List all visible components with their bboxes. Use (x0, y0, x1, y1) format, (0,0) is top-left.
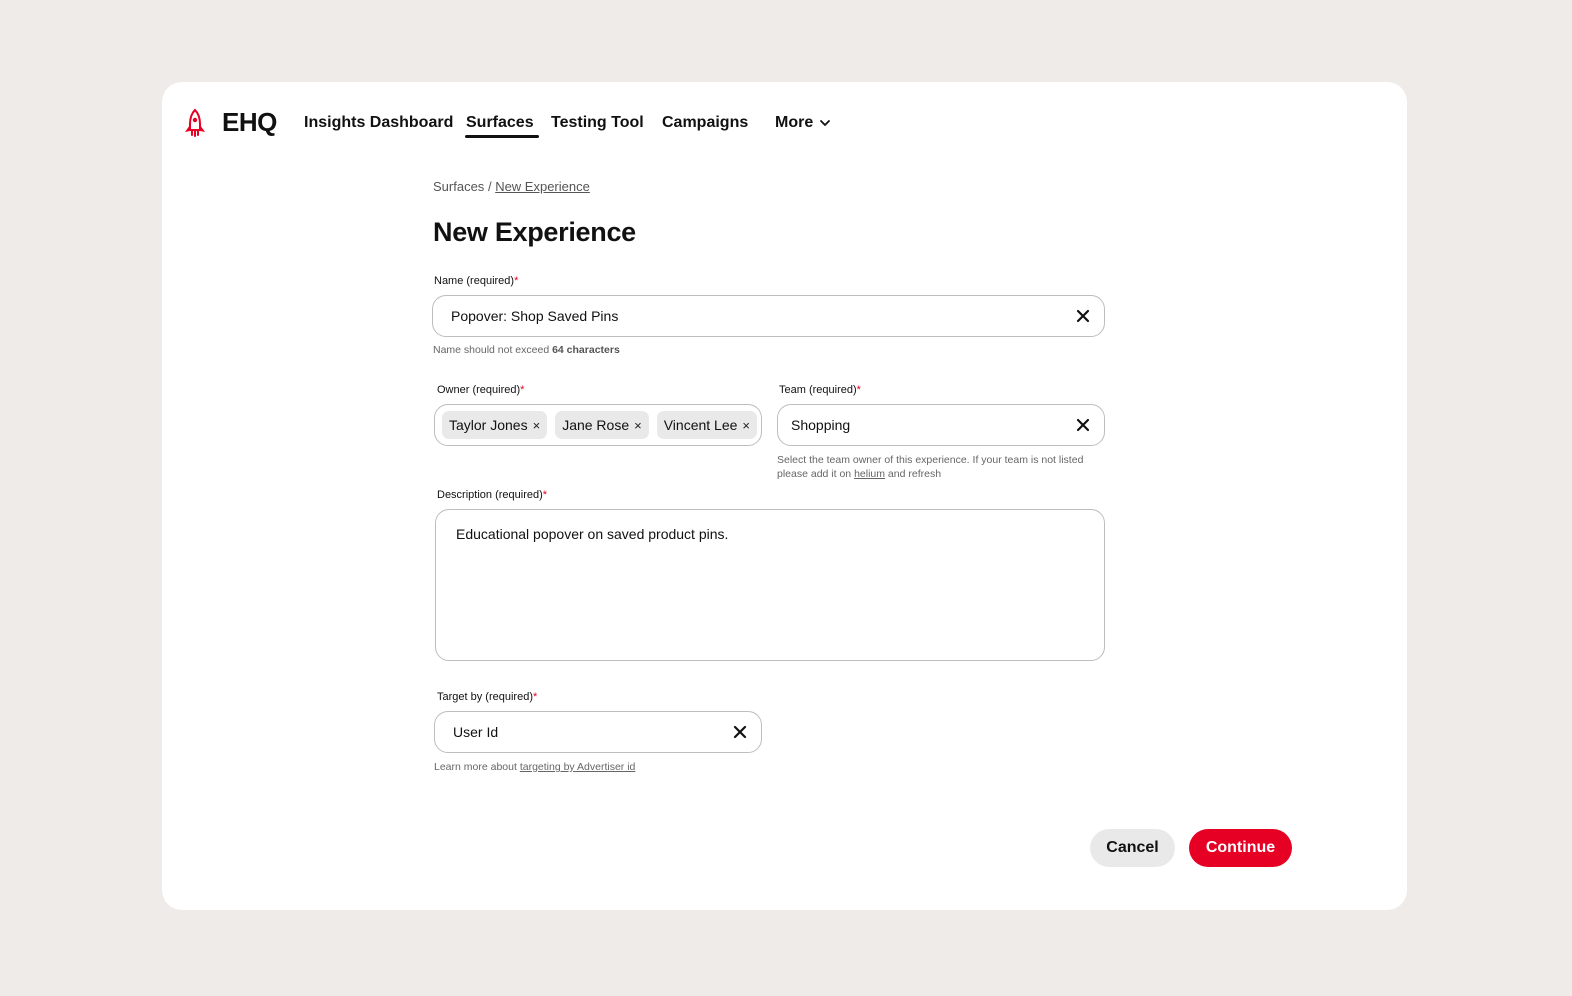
description-label: Description (required)* (437, 489, 548, 501)
target-input-value: User Id (453, 724, 499, 740)
chip-remove-icon[interactable]: × (533, 418, 541, 433)
nav-campaigns[interactable]: Campaigns (662, 114, 748, 132)
team-input[interactable]: Shopping (777, 404, 1105, 446)
chip-remove-icon[interactable]: × (634, 418, 642, 433)
breadcrumb-root[interactable]: Surfaces (433, 179, 484, 194)
target-clear-icon[interactable] (733, 725, 747, 739)
team-input-value: Shopping (791, 417, 851, 433)
owner-chip[interactable]: Vincent Lee × (656, 411, 758, 439)
name-clear-icon[interactable] (1076, 309, 1090, 323)
name-label: Name (required)* (434, 275, 519, 287)
team-helper: Select the team owner of this experience… (777, 454, 1084, 480)
nav-more-label: More (775, 114, 814, 131)
team-label: Team (required)* (779, 384, 861, 396)
chip-remove-icon[interactable]: × (742, 418, 750, 433)
description-textarea[interactable]: Educational popover on saved product pin… (435, 509, 1105, 661)
chevron-down-icon (820, 120, 831, 126)
target-input[interactable]: User Id (434, 711, 762, 753)
owner-input[interactable]: Taylor Jones × Jane Rose × Vincent Lee × (434, 404, 762, 446)
owner-chip-label: Taylor Jones (449, 417, 528, 433)
nav-insights-dashboard[interactable]: Insights Dashboard (304, 114, 453, 132)
nav-surfaces[interactable]: Surfaces (465, 114, 539, 138)
breadcrumb-current[interactable]: New Experience (495, 179, 590, 194)
owner-chip-label: Jane Rose (562, 417, 630, 433)
team-clear-icon[interactable] (1076, 418, 1090, 432)
owner-chip-label: Vincent Lee (663, 417, 738, 433)
rocket-icon (185, 108, 205, 137)
breadcrumb-separator: / (487, 179, 492, 194)
top-nav: EHQ Insights Dashboard Surfaces Testing … (162, 82, 1407, 168)
brand-name[interactable]: EHQ (222, 107, 277, 138)
description-value: Educational popover on saved product pin… (456, 526, 729, 542)
nav-testing-tool[interactable]: Testing Tool (551, 114, 644, 132)
page-title: New Experience (433, 217, 636, 247)
owner-chip[interactable]: Jane Rose × (555, 411, 649, 439)
name-input[interactable]: Popover: Shop Saved Pins (432, 295, 1105, 337)
owner-chip[interactable]: Taylor Jones × (442, 411, 548, 439)
cancel-button[interactable]: Cancel (1090, 829, 1175, 867)
owner-label: Owner (required)* (437, 384, 525, 396)
continue-button[interactable]: Continue (1189, 829, 1292, 867)
main-card: EHQ Insights Dashboard Surfaces Testing … (162, 82, 1407, 910)
target-helper: Learn more about targeting by Advertiser… (434, 761, 636, 773)
target-label: Target by (required)* (437, 691, 538, 703)
name-input-value: Popover: Shop Saved Pins (451, 308, 619, 324)
name-helper: Name should not exceed 64 characters (433, 344, 620, 356)
helium-link[interactable]: helium (854, 468, 885, 480)
breadcrumb: Surfaces / New Experience (433, 179, 590, 194)
targeting-link[interactable]: targeting by Advertiser id (520, 761, 636, 773)
nav-more[interactable]: More (775, 114, 831, 132)
